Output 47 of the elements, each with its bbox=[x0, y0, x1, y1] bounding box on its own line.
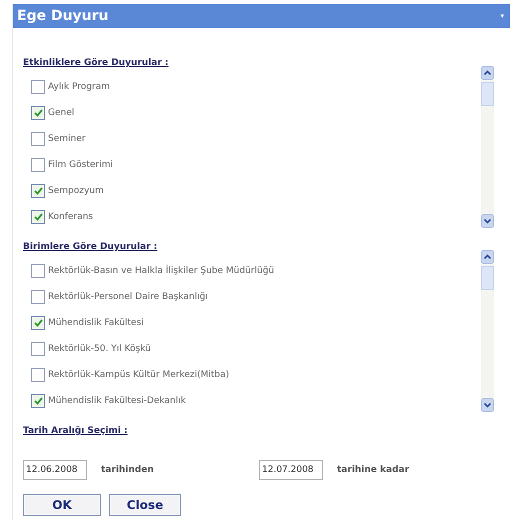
checkbox[interactable] bbox=[31, 132, 45, 146]
checkbox[interactable] bbox=[31, 290, 45, 304]
scroll-up-icon[interactable] bbox=[481, 66, 494, 80]
checkbox[interactable] bbox=[31, 342, 45, 356]
check-icon[interactable] bbox=[34, 213, 42, 221]
ok-button[interactable]: OK bbox=[23, 494, 101, 516]
checkbox[interactable] bbox=[31, 210, 45, 224]
date-label: tarihine kadar bbox=[337, 465, 410, 475]
checkbox-label: Rektörlük-Basın ve Halkla İlişkiler Şube Müdürlüğü bbox=[48, 266, 274, 276]
checkbox-label: Konferans bbox=[48, 212, 93, 222]
checkbox[interactable] bbox=[31, 264, 45, 278]
section-heading: Tarih Aralığı Seçimi : bbox=[23, 426, 128, 436]
scroll-thumb[interactable] bbox=[481, 82, 494, 106]
scroll-down-icon[interactable] bbox=[481, 214, 494, 228]
date-field[interactable]: 12.06.2008 bbox=[23, 460, 87, 480]
scroll-down-icon[interactable] bbox=[481, 398, 494, 412]
checkbox[interactable] bbox=[31, 368, 45, 382]
check-icon[interactable] bbox=[34, 109, 42, 117]
check-icon[interactable] bbox=[34, 397, 42, 405]
checkbox-label: Rektörlük-Personel Daire Başkanlığı bbox=[48, 292, 208, 302]
checkbox-label: Seminer bbox=[48, 134, 86, 144]
checkbox-label: Aylık Program bbox=[48, 82, 110, 92]
scrollbar[interactable] bbox=[481, 66, 494, 228]
section-heading: Birimlere Göre Duyurular : bbox=[23, 242, 158, 252]
checkbox-label: Sempozyum bbox=[48, 186, 104, 196]
checkbox[interactable] bbox=[31, 106, 45, 120]
checkbox-label: Rektörlük-50. Yıl Köşkü bbox=[48, 344, 151, 354]
scrollbar[interactable] bbox=[481, 250, 494, 412]
checkbox-label: Genel bbox=[48, 108, 74, 118]
checkbox[interactable] bbox=[31, 80, 45, 94]
date-field[interactable]: 12.07.2008 bbox=[259, 460, 323, 480]
check-icon[interactable] bbox=[34, 187, 42, 195]
checkbox[interactable] bbox=[31, 184, 45, 198]
scroll-up-icon[interactable] bbox=[481, 250, 494, 264]
check-icon[interactable] bbox=[34, 319, 42, 327]
date-label: tarihinden bbox=[101, 465, 154, 475]
close-button[interactable]: Close bbox=[109, 494, 181, 516]
window-title: Ege Duyuru bbox=[17, 8, 109, 24]
section-heading: Etkinliklere Göre Duyurular : bbox=[23, 58, 169, 68]
checkbox[interactable] bbox=[31, 158, 45, 172]
checkbox-label: Mühendislik Fakültesi-Dekanlık bbox=[48, 396, 186, 406]
checkbox[interactable] bbox=[31, 316, 45, 330]
checkbox[interactable] bbox=[31, 394, 45, 408]
checkbox-label: Rektörlük-Kampüs Kültür Merkezi(Mitba) bbox=[48, 370, 230, 380]
scroll-thumb[interactable] bbox=[481, 266, 494, 290]
checkbox-label: Film Gösterimi bbox=[48, 160, 113, 170]
checkbox-label: Mühendislik Fakültesi bbox=[48, 318, 144, 328]
